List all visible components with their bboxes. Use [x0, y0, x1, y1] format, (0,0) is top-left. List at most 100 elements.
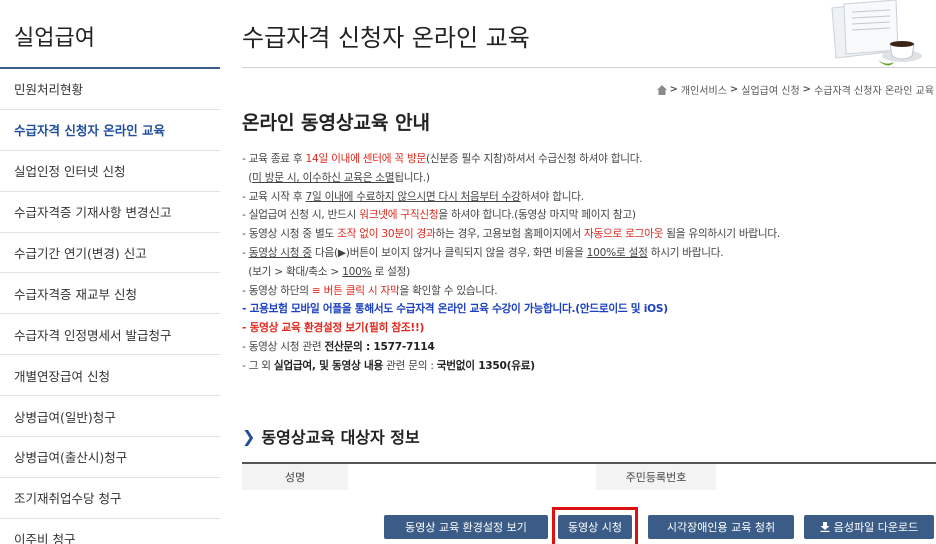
- notice-contact: 전산문의 : 1577-7114: [324, 340, 435, 353]
- notice-line: (미 방문 시, 이수하신 교육은 소멸됩니다.): [242, 169, 936, 188]
- notice-text: 하는 경우, 고용보험 홈페이지에서: [435, 228, 584, 241]
- notice-text: (보기 > 확대/축소 >: [248, 265, 343, 278]
- notice-text: 관련 문의 :: [382, 359, 437, 372]
- sidebar-item-label: 수급자격 인정명세서 발급청구: [14, 327, 172, 343]
- sidebar-item-label: 수급자격 신청자 온라인 교육: [14, 123, 166, 139]
- notice-emphasis: ≡ 버튼 클릭 시 자막: [311, 284, 400, 297]
- notice-line: - 동영상 시청 중 별도 조작 없이 30분이 경과하는 경우, 고용보험 홈…: [242, 225, 936, 244]
- notice-line: - 동영상 교육 환경설정 보기(필히 참조!!): [242, 319, 936, 338]
- watch-video-button[interactable]: 동영상 시청: [558, 515, 632, 539]
- settings-button[interactable]: 동영상 교육 환경설정 보기: [384, 515, 548, 539]
- sidebar-item-certificate[interactable]: 수급자격 인정명세서 발급청구: [0, 314, 220, 356]
- notice-list: - 교육 종료 후 14일 이내에 센터에 꼭 방문(신분증 필수 지참)하셔서…: [242, 150, 936, 376]
- notice-line: - 동영상 하단의 ≡ 버튼 클릭 시 자막을 확인할 수 있습니다.: [242, 282, 936, 301]
- sidebar-item-individual-extension[interactable]: 개별연장급여 신청: [0, 355, 220, 397]
- breadcrumb-item[interactable]: 개인서비스: [681, 82, 727, 97]
- sidebar-item-label: 상병급여(출산시)청구: [14, 450, 128, 466]
- breadcrumb-separator: >: [802, 84, 812, 95]
- chevron-right-icon: ❯: [242, 426, 256, 446]
- notice-emphasis: 워크넷에 구직신청: [359, 209, 439, 222]
- notice-text: 다음(▶)버튼이 보이지 않거나 클릭되지 않을 경우, 화면 비율을: [311, 246, 587, 259]
- notice-underline: 미 방문 시, 이수하신 교육은 소멸: [252, 171, 395, 184]
- sidebar-menu: 민원처리현황 수급자격 신청자 온라인 교육 실업인정 인터넷 신청 수급자격증…: [0, 69, 220, 544]
- notice-text: 하셔야 합니다.: [520, 190, 584, 203]
- sidebar-item-label: 수급자격증 재교부 신청: [14, 286, 137, 302]
- notice-underline: 7일 이내에 수료하지 않으시면 다시 처음부터 수강: [305, 190, 521, 203]
- header-decoration-image: [831, 0, 922, 66]
- page-title: 수급자격 신청자 온라인 교육: [242, 24, 530, 52]
- notice-text: - 교육 종료 후: [242, 153, 306, 165]
- notice-settings-link[interactable]: - 동영상 교육 환경설정 보기(필히 참조!!): [242, 322, 424, 334]
- button-row: 동영상 교육 환경설정 보기 동영상 시청 시각장애인용 교육 청취 음성파일 …: [242, 507, 936, 544]
- notice-line: - 교육 시작 후 7일 이내에 수료하지 않으시면 다시 처음부터 수강하셔야…: [242, 188, 936, 207]
- notice-mobile-app: - 고용보험 모바일 어플을 통해서도 수급자격 온라인 교육 수강이 가능합니…: [242, 303, 668, 316]
- resident-number-header: 주민등록번호: [625, 471, 687, 484]
- breadcrumb-separator: >: [669, 84, 678, 95]
- sidebar: 실업급여 민원처리현황 수급자격 신청자 온라인 교육 실업인정 인터넷 신청 …: [0, 0, 220, 544]
- home-icon[interactable]: [656, 84, 667, 95]
- sidebar-item-label: 민원처리현황: [14, 82, 84, 98]
- sidebar-title: 실업급여: [14, 26, 95, 51]
- notice-text: 됨을 유의하시기 바랍니다.: [663, 228, 781, 241]
- notice-line: (보기 > 확대/축소 > 100% 로 설정): [242, 263, 936, 282]
- notice-contact: 국번없이 1350(유료): [436, 359, 535, 372]
- notice-emphasis: 조작 없이 30분이 경과: [337, 228, 436, 241]
- sidebar-item-early-reemployment[interactable]: 조기재취업수당 청구: [0, 478, 220, 519]
- sidebar-item-label: 조기재취업수당 청구: [14, 491, 122, 507]
- notice-text: 을 확인할 수 있습니다.: [399, 284, 498, 297]
- sidebar-item-label: 이주비 청구: [14, 532, 76, 544]
- resident-number-value: [716, 464, 936, 490]
- name-header: 성명: [284, 471, 306, 484]
- notice-text: 을 하셔야 합니다.(동영상 마지막 페이지 참고): [438, 209, 636, 222]
- visual-impaired-button[interactable]: 시각장애인용 교육 청취: [648, 515, 794, 539]
- notice-line: - 고용보험 모바일 어플을 통해서도 수급자격 온라인 교육 수강이 가능합니…: [242, 300, 936, 319]
- notice-text: 로 설정): [371, 265, 411, 278]
- notice-line: - 교육 종료 후 14일 이내에 센터에 꼭 방문(신분증 필수 지참)하셔서…: [242, 150, 936, 169]
- breadcrumb-separator: >: [729, 84, 739, 95]
- sidebar-item-reissue[interactable]: 수급자격증 재교부 신청: [0, 273, 220, 315]
- sidebar-item-complaint-status[interactable]: 민원처리현황: [0, 69, 220, 110]
- sidebar-item-online-education[interactable]: 수급자격 신청자 온라인 교육: [0, 110, 220, 151]
- notice-underline: 100%: [342, 265, 372, 278]
- notice-text: - 교육 시작 후: [242, 190, 306, 203]
- title-divider: [242, 67, 936, 68]
- target-info-title: ❯ 동영상교육 대상자 정보: [242, 424, 420, 448]
- breadcrumb-item-current: 수급자격 신청자 온라인 교육: [814, 86, 934, 97]
- sidebar-item-relocation[interactable]: 이주비 청구: [0, 519, 220, 544]
- notice-emphasis: 실업급여, 및 동영상 내용: [273, 359, 383, 372]
- sidebar-item-label: 수급기간 연기(변경) 신고: [14, 246, 147, 261]
- notice-line: - 동영상 시청 중 다음(▶)버튼이 보이지 않거나 클릭되지 않을 경우, …: [242, 244, 936, 263]
- breadcrumb: > 개인서비스 > 실업급여 신청 > 수급자격 신청자 온라인 교육: [656, 82, 934, 97]
- download-button-label: 음성파일 다운로드: [833, 521, 919, 534]
- download-icon: [820, 522, 830, 532]
- notice-text: (신분증 필수 지참)하셔서 수급신청 하셔야 합니다.: [425, 153, 643, 165]
- download-audio-button[interactable]: 음성파일 다운로드: [804, 515, 934, 539]
- main-content: 수급자격 신청자 온라인 교육 > 개인서비스 > 실업급여 신청 > 수급자격…: [242, 0, 936, 544]
- notice-line: - 실업급여 신청 시, 반드시 워크넷에 구직신청을 하셔야 합니다.(동영상…: [242, 206, 936, 225]
- sidebar-item-sickness-maternity[interactable]: 상병급여(출산시)청구: [0, 437, 220, 478]
- sidebar-item-label: 수급자격증 기재사항 변경신고: [14, 205, 172, 221]
- sidebar-item-record-change[interactable]: 수급자격증 기재사항 변경신고: [0, 192, 220, 233]
- section-title: 온라인 동영상교육 안내: [242, 112, 431, 134]
- notice-text: - 실업급여 신청 시, 반드시: [242, 209, 360, 222]
- sidebar-item-label: 개별연장급여 신청: [14, 368, 110, 384]
- notice-text: - 동영상 시청 중 별도: [242, 228, 338, 241]
- breadcrumb-item[interactable]: 실업급여 신청: [741, 82, 799, 97]
- sidebar-item-sickness-general[interactable]: 상병급여(일반)청구: [0, 396, 220, 438]
- sidebar-item-period-extension[interactable]: 수급기간 연기(변경) 신고: [0, 233, 220, 274]
- notice-text: -: [242, 246, 249, 259]
- sidebar-item-label: 상병급여(일반)청구: [14, 409, 116, 425]
- notice-line: - 그 외 실업급여, 및 동영상 내용 관련 문의 : 국번없이 1350(유…: [242, 357, 936, 376]
- notice-emphasis: 자동으로 로그아웃: [584, 228, 664, 241]
- notice-text: - 그 외: [242, 359, 274, 372]
- notice-emphasis: 14일 이내에 센터에 꼭 방문: [305, 153, 427, 165]
- notice-line: - 동영상 시청 관련 전산문의 : 1577-7114: [242, 338, 936, 357]
- notice-underline: 100%로 설정: [586, 246, 648, 259]
- notice-text: - 동영상 시청 관련: [242, 340, 325, 353]
- notice-text: - 동영상 하단의: [242, 284, 312, 297]
- sidebar-item-unemployment-recognition[interactable]: 실업인정 인터넷 신청: [0, 151, 220, 192]
- notice-text: 하시기 바랍니다.: [647, 246, 724, 259]
- notice-underline: 동영상 시청 중: [248, 246, 312, 259]
- target-info-table: 성명 주민등록번호: [242, 462, 936, 490]
- target-info-title-label: 동영상교육 대상자 정보: [261, 428, 420, 447]
